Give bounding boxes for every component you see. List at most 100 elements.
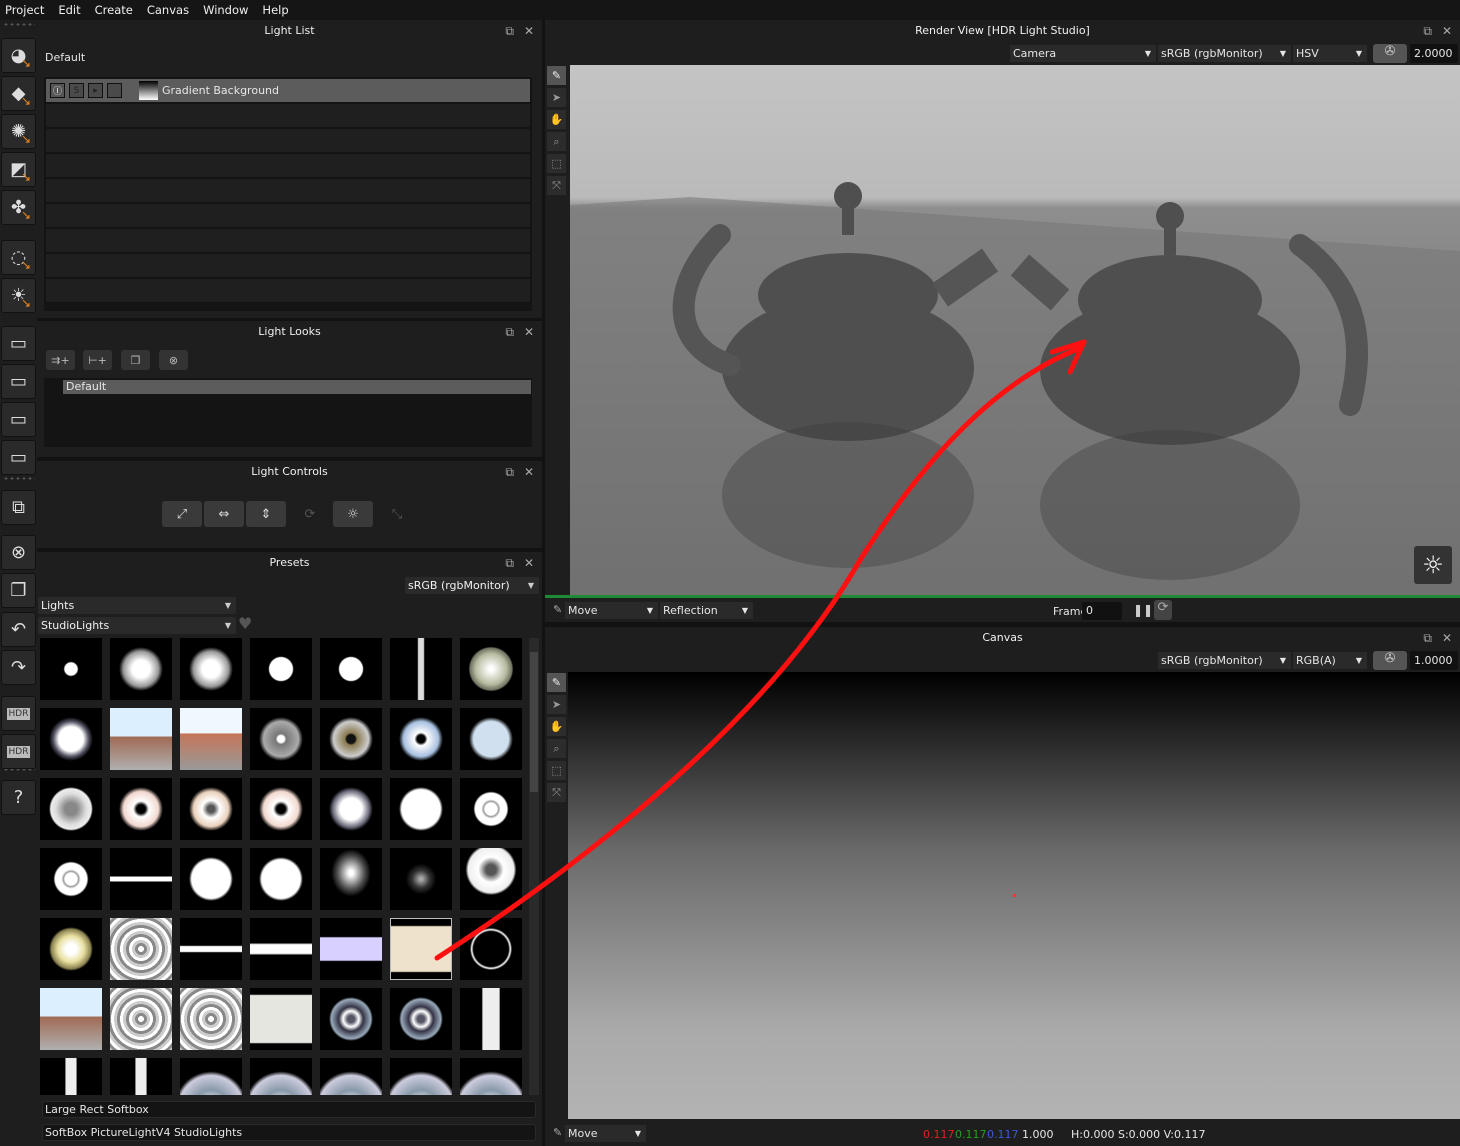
preset-thumbnail-bar-large[interactable] — [250, 918, 312, 980]
preset-thumbnail-strip-vert[interactable] — [390, 638, 452, 700]
favorite-heart-icon[interactable]: ♥ — [238, 614, 252, 633]
preset-thumbnail-bar-small[interactable] — [180, 918, 242, 980]
exposure-icon[interactable]: ✇ — [1373, 651, 1407, 670]
preset-thumbnail-spot-soft[interactable] — [180, 638, 242, 700]
category-dropdown[interactable]: Lights ▼ — [38, 597, 236, 614]
zoom-region-tool-icon[interactable]: ⬚ — [547, 154, 566, 173]
canvas-preset-4-button[interactable]: ▭ — [1, 440, 36, 475]
close-icon[interactable]: ✕ — [524, 556, 534, 570]
preset-thumbnail-dish-gray[interactable] — [40, 778, 102, 840]
soft-light-tool-button[interactable]: ↘ ✺ — [1, 114, 36, 149]
refresh-icon[interactable]: ⟳ — [1154, 600, 1172, 620]
canvas-preset-2-button[interactable]: ▭ — [1, 364, 36, 399]
close-icon[interactable]: ✕ — [524, 465, 534, 479]
preset-thumbnail-fan[interactable] — [250, 1058, 312, 1095]
duplicate-button[interactable]: ❐ — [1, 573, 36, 608]
zoom-tool-icon[interactable]: ⌕ — [547, 132, 566, 151]
preset-thumbnail-dish-blue[interactable] — [390, 708, 452, 770]
preset-thumbnail-disc-white[interactable] — [250, 848, 312, 910]
preset-thumbnail-dish-beige-ring[interactable] — [320, 708, 382, 770]
multi-canvas-button[interactable]: ⧉ — [1, 490, 36, 525]
menu-window[interactable]: Window — [198, 3, 257, 17]
preset-thumbnail-dish-pink[interactable] — [250, 778, 312, 840]
camera-dropdown[interactable]: Camera ▼ — [1010, 45, 1156, 62]
subcategory-dropdown[interactable]: StudioLights ▼ — [38, 617, 236, 634]
preset-thumbnail-dish-blue-rings[interactable] — [320, 988, 382, 1050]
redo-button[interactable]: ↷ — [1, 650, 36, 685]
preset-thumbnail-spot-eyes[interactable] — [320, 638, 382, 700]
preset-thumbnail-spot-small[interactable] — [40, 638, 102, 700]
preset-thumbnail-dish-green[interactable] — [460, 638, 522, 700]
pause-icon[interactable]: ❚❚ — [1133, 603, 1153, 617]
move-mode-dropdown[interactable]: Move ▼ — [565, 602, 658, 619]
help-button[interactable]: ? — [1, 780, 36, 815]
close-icon[interactable]: ✕ — [524, 325, 534, 339]
hdr-refresh-button[interactable]: HDR — [1, 734, 36, 769]
exposure-field[interactable]: 2.0000 — [1410, 44, 1458, 63]
menu-project[interactable]: Project — [0, 3, 53, 17]
light-position-marker[interactable] — [1013, 894, 1016, 897]
preset-thumbnail-tube[interactable] — [40, 1058, 102, 1095]
preset-thumbnail-fan[interactable] — [320, 1058, 382, 1095]
zoom-region-tool-icon[interactable]: ⬚ — [547, 761, 566, 780]
menu-create[interactable]: Create — [90, 3, 142, 17]
scale-control[interactable]: ⤢ — [162, 501, 202, 527]
color-space-dropdown[interactable]: sRGB (rgbMonitor) ▼ — [1158, 45, 1291, 62]
preset-thumbnail-ring-thin[interactable] — [460, 918, 522, 980]
preset-thumbnail-dish-pink[interactable] — [110, 778, 172, 840]
float-icon[interactable]: ⧉ — [505, 24, 514, 38]
frame-field[interactable]: 0 — [1082, 602, 1122, 620]
power-toggle-icon[interactable]: Ⓘ — [50, 83, 65, 98]
float-icon[interactable]: ⧉ — [505, 465, 514, 479]
preset-thumbnail-disc-white[interactable] — [180, 848, 242, 910]
canvas-preset-3-button[interactable]: ▭ — [1, 402, 36, 437]
preset-thumbnail-half-glow-dim[interactable] — [390, 848, 452, 910]
preset-thumbnail-tube-vert[interactable] — [460, 988, 522, 1050]
light-row[interactable]: Ⓘ S ▸ Gradient Background — [46, 79, 530, 102]
menu-edit[interactable]: Edit — [53, 3, 89, 17]
close-icon[interactable]: ✕ — [524, 24, 534, 38]
duplicate-look-button[interactable]: ❐ — [121, 350, 150, 370]
preset-thumbnail-half-glow[interactable] — [320, 848, 382, 910]
float-icon[interactable]: ⧉ — [1423, 24, 1432, 38]
solo-toggle-icon[interactable]: S — [69, 83, 84, 98]
delete-look-button[interactable]: ⊗ — [159, 350, 188, 370]
brightness-control[interactable]: ☼ — [333, 501, 373, 527]
preset-thumbnail-window[interactable] — [40, 988, 102, 1050]
rect-light-tool-button[interactable]: ↘ ◆ — [1, 76, 36, 111]
lock-toggle-icon[interactable] — [107, 83, 122, 98]
preset-thumbnail-softbox-rect[interactable] — [390, 918, 452, 980]
preset-thumbnail-dish-gray-dot[interactable] — [250, 708, 312, 770]
color-space-dropdown[interactable]: sRGB (rgbMonitor) ▼ — [405, 577, 539, 594]
color-space-dropdown[interactable]: sRGB (rgbMonitor) ▼ — [1158, 652, 1291, 669]
preset-thumbnail-dish-tan[interactable] — [180, 778, 242, 840]
move-mode-dropdown[interactable]: Move ▼ — [565, 1125, 646, 1142]
float-icon[interactable]: ⧉ — [505, 325, 514, 339]
select-toggle-icon[interactable]: ▸ — [88, 83, 103, 98]
pan-hand-tool-icon[interactable]: ✋ — [547, 717, 566, 736]
canvas-preset-1-button[interactable]: ▭ — [1, 326, 36, 361]
scroll-thumb[interactable] — [530, 652, 538, 792]
preset-thumbnail-dish-rings[interactable] — [180, 988, 242, 1050]
preset-thumbnail-window-street[interactable] — [180, 708, 242, 770]
light-area-tool-button[interactable]: ↘ ☀ — [1, 278, 36, 313]
preset-thumbnail-dish-blue-rings[interactable] — [390, 988, 452, 1050]
render-viewport[interactable]: ☼ — [570, 65, 1460, 595]
canvas-viewport[interactable] — [568, 672, 1460, 1119]
zoom-fit-tool-icon[interactable]: ⤧ — [547, 176, 566, 195]
exposure-icon[interactable]: ✇ — [1373, 44, 1407, 63]
paint-brush-tool-icon[interactable]: ✎ — [547, 66, 566, 85]
preset-thumbnail-square-glow[interactable] — [40, 708, 102, 770]
paint-brush-tool-icon[interactable]: ✎ — [547, 673, 566, 692]
preset-thumbnail-tube[interactable] — [110, 1058, 172, 1095]
preset-thumbnail-panel-white[interactable] — [250, 988, 312, 1050]
circle-light-tool-button[interactable]: ↘ ◕ — [1, 38, 36, 73]
select-arrow-tool-icon[interactable]: ➤ — [547, 88, 566, 107]
height-control[interactable]: ⇕ — [246, 501, 286, 527]
exposure-field[interactable]: 1.0000 — [1410, 651, 1458, 670]
preset-scrollbar[interactable] — [529, 638, 539, 1095]
close-icon[interactable]: ✕ — [1442, 631, 1452, 645]
preset-thumbnail-fan[interactable] — [460, 1058, 522, 1095]
look-item[interactable]: Default — [63, 380, 531, 394]
close-icon[interactable]: ✕ — [1442, 24, 1452, 38]
